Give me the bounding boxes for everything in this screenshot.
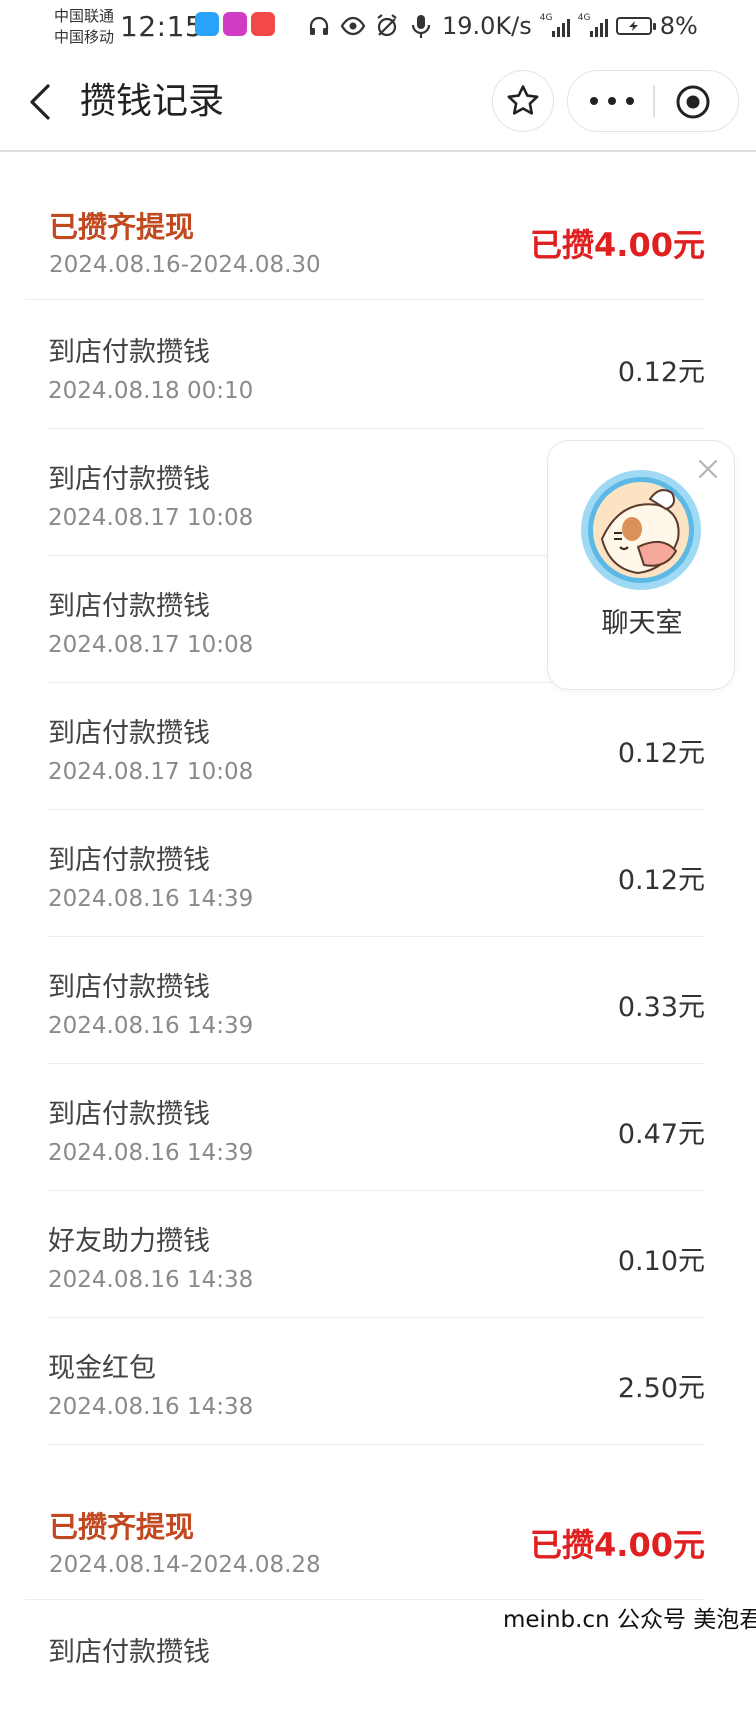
microphone-icon (408, 13, 434, 39)
record-title: 到店付款攒钱 (48, 337, 210, 368)
signal-icon-1: 4G (540, 13, 570, 37)
chat-room-widget[interactable]: 聊天室 (547, 440, 735, 690)
back-button[interactable] (22, 78, 62, 126)
record-amount: 0.33元 (617, 992, 705, 1023)
record-title: 到店付款攒钱 (48, 1099, 210, 1130)
record-title: 现金红包 (48, 1353, 156, 1384)
record-row[interactable]: 到店付款攒钱 2024.08.16 14:39 0.47元 (48, 1064, 705, 1191)
record-amount: 0.12元 (617, 357, 705, 388)
group-title: 已攒齐提现 (49, 210, 195, 244)
record-amount: 0.10元 (617, 1246, 705, 1277)
record-row[interactable]: 现金红包 2024.08.16 14:38 2.50元 (48, 1318, 705, 1445)
chevron-left-icon (30, 84, 50, 120)
target-circle-icon (676, 85, 710, 119)
record-date: 2024.08.17 10:08 (48, 759, 254, 785)
divider (48, 1443, 705, 1445)
record-title: 到店付款攒钱 (48, 464, 210, 495)
record-row[interactable]: 好友助力攒钱 2024.08.16 14:38 0.10元 (48, 1191, 705, 1318)
record-date: 2024.08.16 14:39 (48, 1013, 254, 1039)
battery-icon (615, 17, 656, 35)
record-title: 好友助力攒钱 (48, 1226, 210, 1257)
group-header: 已攒齐提现 2024.08.14-2024.08.28 已攒4.00元 (25, 1460, 705, 1600)
record-row[interactable]: 到店付款攒钱 2024.08.16 14:39 0.33元 (48, 937, 705, 1064)
group-amount: 已攒4.00元 (530, 1526, 705, 1564)
record-date: 2024.08.17 10:08 (48, 632, 254, 658)
more-dot (626, 97, 634, 105)
record-title: 到店付款攒钱 (48, 591, 210, 622)
close-widget-button[interactable] (696, 457, 720, 481)
alarm-off-icon (374, 13, 400, 39)
record-row[interactable]: 到店付款攒钱 2024.08.16 14:39 0.12元 (48, 810, 705, 937)
divider (25, 298, 705, 300)
more-dot (590, 97, 598, 105)
record-title: 到店付款攒钱 (48, 1637, 210, 1668)
capsule-divider (653, 85, 655, 117)
status-bar: 中国联通 中国移动 12:15 19.0K/s 4G 4G 8% (0, 0, 756, 52)
record-date: 2024.08.16 14:39 (48, 886, 254, 912)
search-app-icon (195, 12, 219, 36)
group-date-range: 2024.08.14-2024.08.28 (49, 1552, 321, 1578)
nav-bar: 攒钱记录 (0, 52, 756, 152)
record-amount: 0.12元 (617, 738, 705, 769)
headphones-icon (306, 13, 332, 39)
record-title: 到店付款攒钱 (48, 718, 210, 749)
record-date: 2024.08.16 14:38 (48, 1267, 254, 1293)
record-date: 2024.08.16 14:38 (48, 1394, 254, 1420)
status-time: 12:15 (120, 10, 204, 43)
favorite-button[interactable] (492, 70, 554, 132)
record-date: 2024.08.17 10:08 (48, 505, 254, 531)
more-dot (608, 97, 616, 105)
page-title: 攒钱记录 (80, 81, 225, 122)
record-title: 到店付款攒钱 (48, 972, 210, 1003)
record-amount: 2.50元 (617, 1373, 705, 1404)
signal-icon-2: 4G (578, 13, 608, 37)
record-row[interactable]: 到店付款攒钱 2024.08.18 00:10 0.12元 (48, 302, 705, 429)
carrier-1: 中国联通 (54, 7, 115, 25)
record-amount: 0.12元 (617, 865, 705, 896)
hebao-app-icon (223, 12, 247, 36)
status-indicators: 19.0K/s 4G 4G 8% (306, 10, 698, 42)
battery-percent: 8% (659, 12, 698, 40)
more-button[interactable] (590, 89, 634, 113)
group-header: 已攒齐提现 2024.08.16-2024.08.30 已攒4.00元 (25, 160, 705, 300)
record-title: 到店付款攒钱 (48, 845, 210, 876)
watermark-text: meinb.cn 公众号 美泡君 (503, 1607, 756, 1633)
carrier-info: 中国联通 中国移动 (54, 6, 114, 48)
record-amount: 0.47元 (617, 1119, 705, 1150)
cartoon-mascot-avatar (581, 470, 701, 590)
star-icon (507, 85, 539, 115)
record-date: 2024.08.18 00:10 (48, 378, 254, 404)
mini-program-capsule (567, 70, 739, 132)
record-row[interactable]: 到店付款攒钱 2024.08.17 10:08 0.12元 (48, 683, 705, 810)
group-title: 已攒齐提现 (49, 1510, 195, 1544)
close-icon (698, 459, 718, 479)
eye-icon (340, 13, 366, 39)
huawei-app-icon (251, 12, 275, 36)
carrier-2: 中国移动 (54, 28, 115, 46)
close-mini-program-button[interactable] (674, 83, 712, 121)
record-date: 2024.08.16 14:39 (48, 1140, 254, 1166)
network-speed: 19.0K/s (442, 12, 532, 40)
chat-room-label: 聊天室 (601, 608, 683, 639)
group-amount: 已攒4.00元 (530, 226, 705, 264)
group-date-range: 2024.08.16-2024.08.30 (49, 252, 321, 278)
notification-app-icons (195, 12, 275, 36)
